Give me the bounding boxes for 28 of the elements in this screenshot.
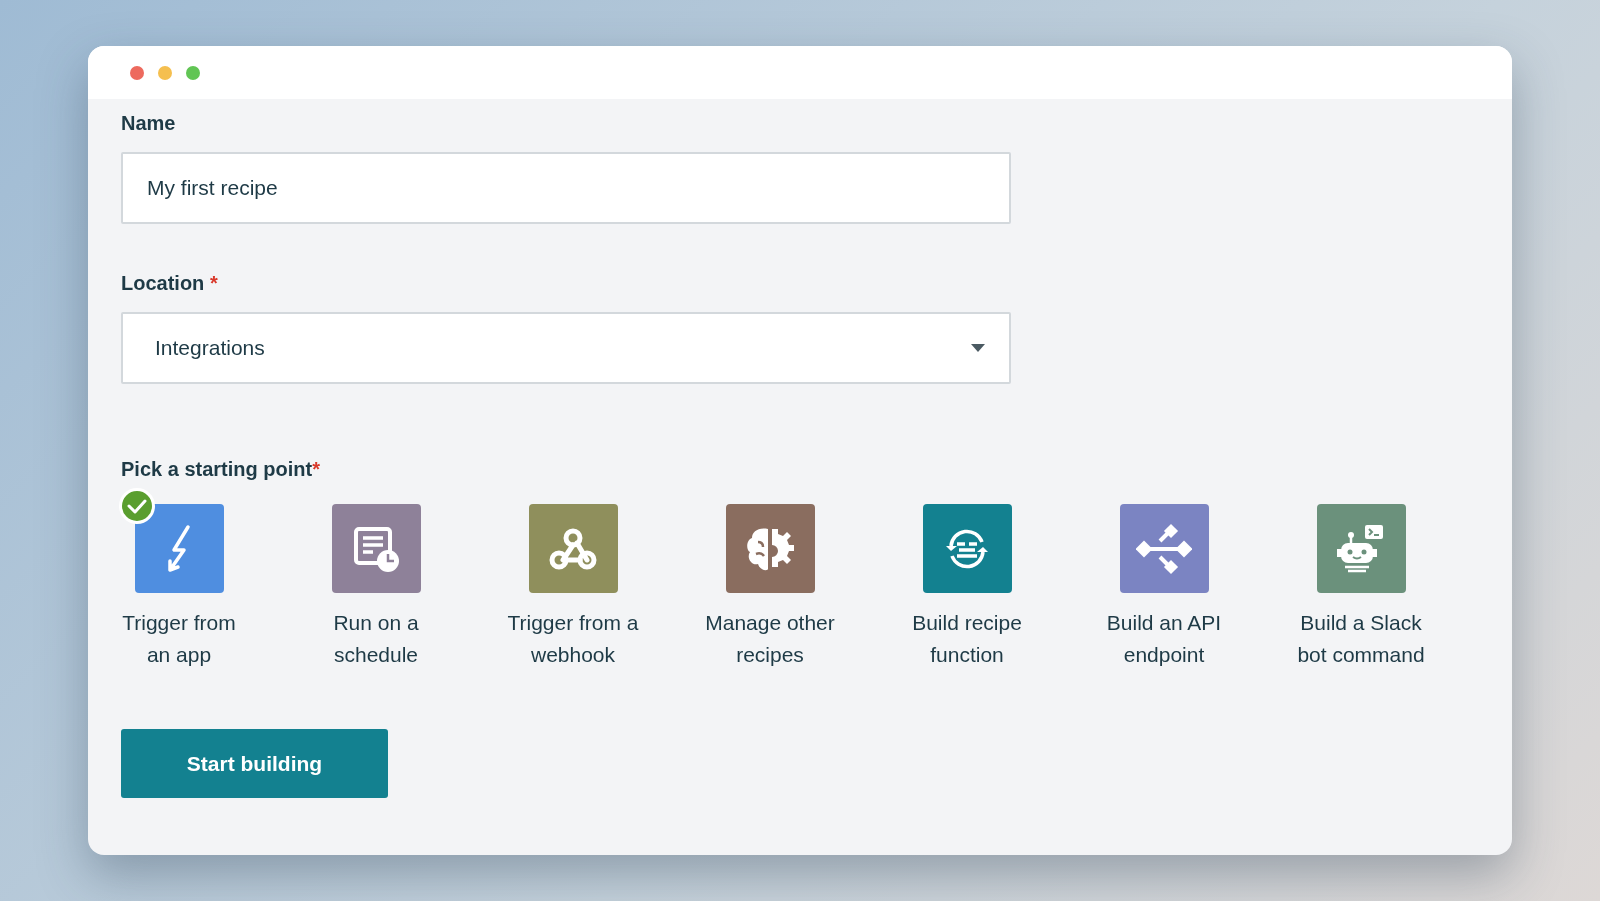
starting-point-tile[interactable] <box>331 504 421 593</box>
document-clock-icon <box>352 524 400 573</box>
starting-point-tile[interactable] <box>134 504 224 593</box>
checkmark-badge-icon <box>118 488 155 524</box>
field-label: Name <box>121 111 177 135</box>
starting-point-tile[interactable] <box>725 504 815 593</box>
tile-label: Build a Slack bot command <box>1296 610 1426 668</box>
location-dropdown[interactable]: Integrations <box>121 312 1011 384</box>
start-building-button[interactable]: Start building <box>121 729 388 798</box>
field-label: Pick a starting point <box>121 458 313 480</box>
required-asterisk: * <box>209 272 218 294</box>
required-asterisk: * <box>312 458 320 480</box>
starting-point-tile[interactable] <box>922 504 1012 593</box>
maximize-button[interactable] <box>186 65 200 80</box>
tile-label: Trigger from an app <box>121 610 237 668</box>
tile-label: Build recipe function <box>911 610 1023 668</box>
caret-icon <box>971 344 985 352</box>
api-endpoint-icon <box>1136 522 1192 575</box>
close-button[interactable] <box>130 65 144 80</box>
starting-point-tile[interactable] <box>528 504 618 593</box>
starting-point-tile[interactable] <box>1119 504 1209 593</box>
name-input-field[interactable]: My first recipe <box>121 152 1011 224</box>
tile-label: Run on a schedule <box>332 610 420 668</box>
tile-label: Manage other recipes <box>704 610 836 668</box>
tile-label: Trigger from a webhook <box>506 610 640 668</box>
field-label: Location <box>121 272 205 294</box>
tile-label: Build an API endpoint <box>1105 610 1223 668</box>
starting-point-tile[interactable] <box>1316 504 1406 593</box>
